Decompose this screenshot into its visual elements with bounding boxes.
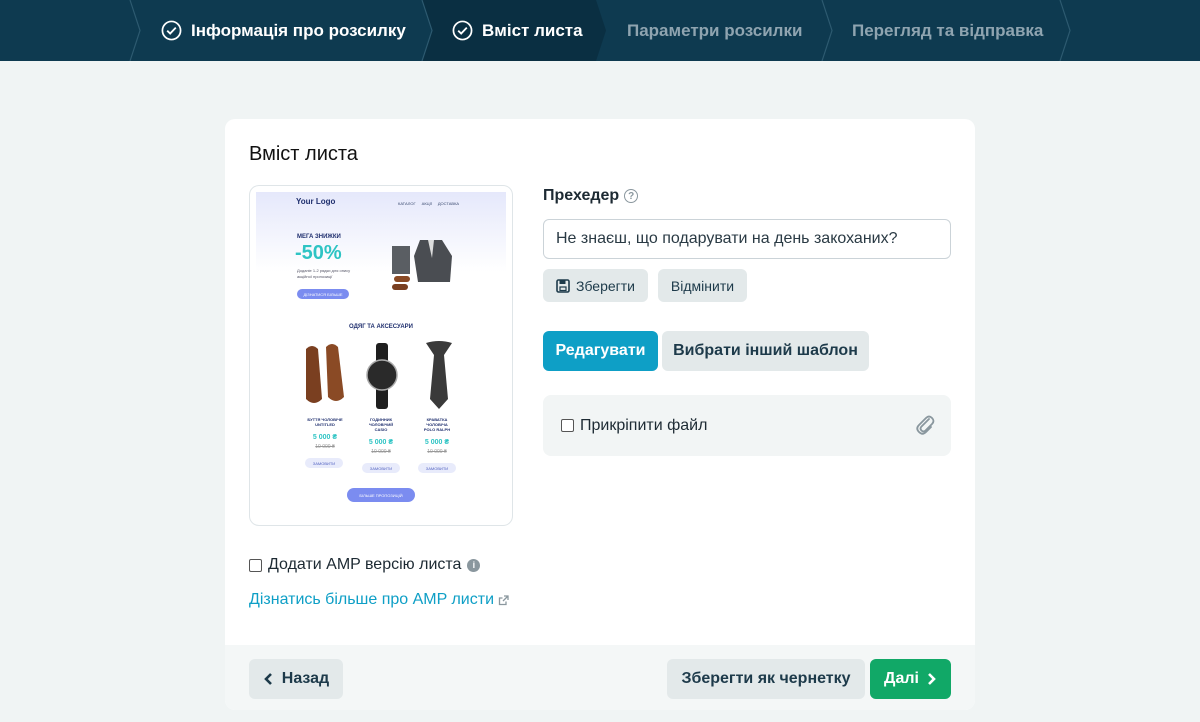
attach-file-label[interactable]: Прикріпити файл — [580, 417, 707, 435]
edit-button[interactable]: Редагувати — [543, 331, 658, 371]
chevron-left-icon — [263, 673, 272, 685]
amp-option: Додати AMP версію листа i — [249, 556, 481, 574]
floppy-disk-icon — [556, 278, 570, 293]
info-icon[interactable]: i — [467, 558, 481, 572]
next-button[interactable]: Далі — [870, 659, 951, 699]
help-icon[interactable]: ? — [624, 189, 639, 203]
preview-promo-percent: -50% — [295, 242, 342, 264]
external-link-icon — [498, 594, 509, 605]
amp-learn-more-link[interactable]: Дізнатись більше про AMP листи — [249, 591, 509, 609]
preview-product-button: ЗАМОВИТИ — [418, 463, 456, 473]
preheader-label: Прехедер ? — [543, 187, 639, 205]
attach-file-box: Прикріпити файл — [543, 395, 951, 456]
preview-product-name: КРАВАТКА ЧОЛОВІЧА POLO RALPH — [423, 417, 451, 432]
cancel-label: Відмінити — [670, 277, 735, 294]
preview-watch-image — [366, 343, 398, 409]
save-draft-button[interactable]: Зберегти як чернетку — [667, 659, 865, 699]
content-card: Вміст листа Your Logo КАТАЛОГ АКЦІЇ ДОСТАВ… — [225, 119, 975, 710]
next-label: Далі — [884, 670, 919, 687]
choose-template-label: Вибрати інший шаблон — [673, 342, 858, 359]
step-params[interactable]: Параметри розсилки — [627, 0, 802, 61]
save-label: Зберегти — [575, 277, 635, 294]
preview-nav: КАТАЛОГ АКЦІЇ ДОСТАВКА — [398, 201, 460, 206]
preview-product-old-price: 10 000 ₴ — [427, 449, 447, 455]
card-footer: Назад Зберегти як чернетку Далі — [225, 645, 975, 710]
choose-template-button[interactable]: Вибрати інший шаблон — [662, 331, 869, 371]
step-label: Вміст листа — [482, 20, 583, 40]
step-label: Параметри розсилки — [627, 20, 803, 40]
preview-section-title: ОДЯГ ТА АКСЕСУАРИ — [349, 324, 413, 330]
check-circle-icon — [452, 20, 473, 41]
save-preheader-button[interactable]: Зберегти — [543, 269, 648, 302]
preview-promo-button: ДІЗНАТИСЯ БІЛЬШЕ — [297, 289, 349, 299]
preview-logo: Your Logo — [296, 197, 336, 206]
step-info[interactable]: Інформація про розсилку — [161, 0, 406, 61]
step-label: Перегляд та відправка — [852, 20, 1044, 40]
back-button[interactable]: Назад — [249, 659, 343, 699]
amp-checkbox[interactable] — [249, 558, 262, 572]
preview-product-button: ЗАМОВИТИ — [362, 463, 400, 473]
chevron-right-icon — [928, 673, 936, 685]
attach-file-checkbox[interactable] — [561, 419, 574, 432]
save-draft-label: Зберегти як чернетку — [681, 670, 851, 687]
preview-product-price: 5 000 ₴ — [424, 439, 450, 446]
preview-promo-title: МЕГА ЗНИЖКИ — [297, 234, 341, 240]
step-label: Інформація про розсилку — [191, 20, 406, 40]
edit-label: Редагувати — [555, 342, 646, 359]
preview-outfit-image — [392, 240, 452, 290]
preview-product-button: ЗАМОВИТИ — [305, 458, 343, 468]
check-circle-icon — [161, 20, 182, 41]
preview-header-bg — [256, 192, 506, 272]
step-review[interactable]: Перегляд та відправка — [852, 0, 1043, 61]
preview-promo-desc: Доданіе 1-2 рядки для опису акційної про… — [297, 268, 351, 279]
card-title: Вміст листа — [249, 143, 358, 165]
preview-shoes-image — [306, 344, 344, 403]
cancel-preheader-button[interactable]: Відмінити — [658, 269, 747, 302]
template-preview[interactable]: Your Logo КАТАЛОГ АКЦІЇ ДОСТАВКА МЕГА ЗНИЖ… — [249, 185, 513, 526]
preview-more-button: БІЛЬШЕ ПРОПОЗИЦІЙ — [347, 488, 415, 502]
back-label: Назад — [281, 670, 330, 687]
amp-label[interactable]: Додати AMP версію листа — [268, 556, 461, 574]
paperclip-icon[interactable] — [915, 414, 935, 436]
preheader-input[interactable] — [543, 219, 951, 259]
amp-link-label: Дізнатись більше про AMP листи — [249, 591, 494, 608]
preview-tie-image — [426, 341, 452, 409]
stepper: Інформація про розсилку Вміст листа Пара… — [0, 0, 1200, 61]
step-content[interactable]: Вміст листа — [452, 0, 583, 61]
